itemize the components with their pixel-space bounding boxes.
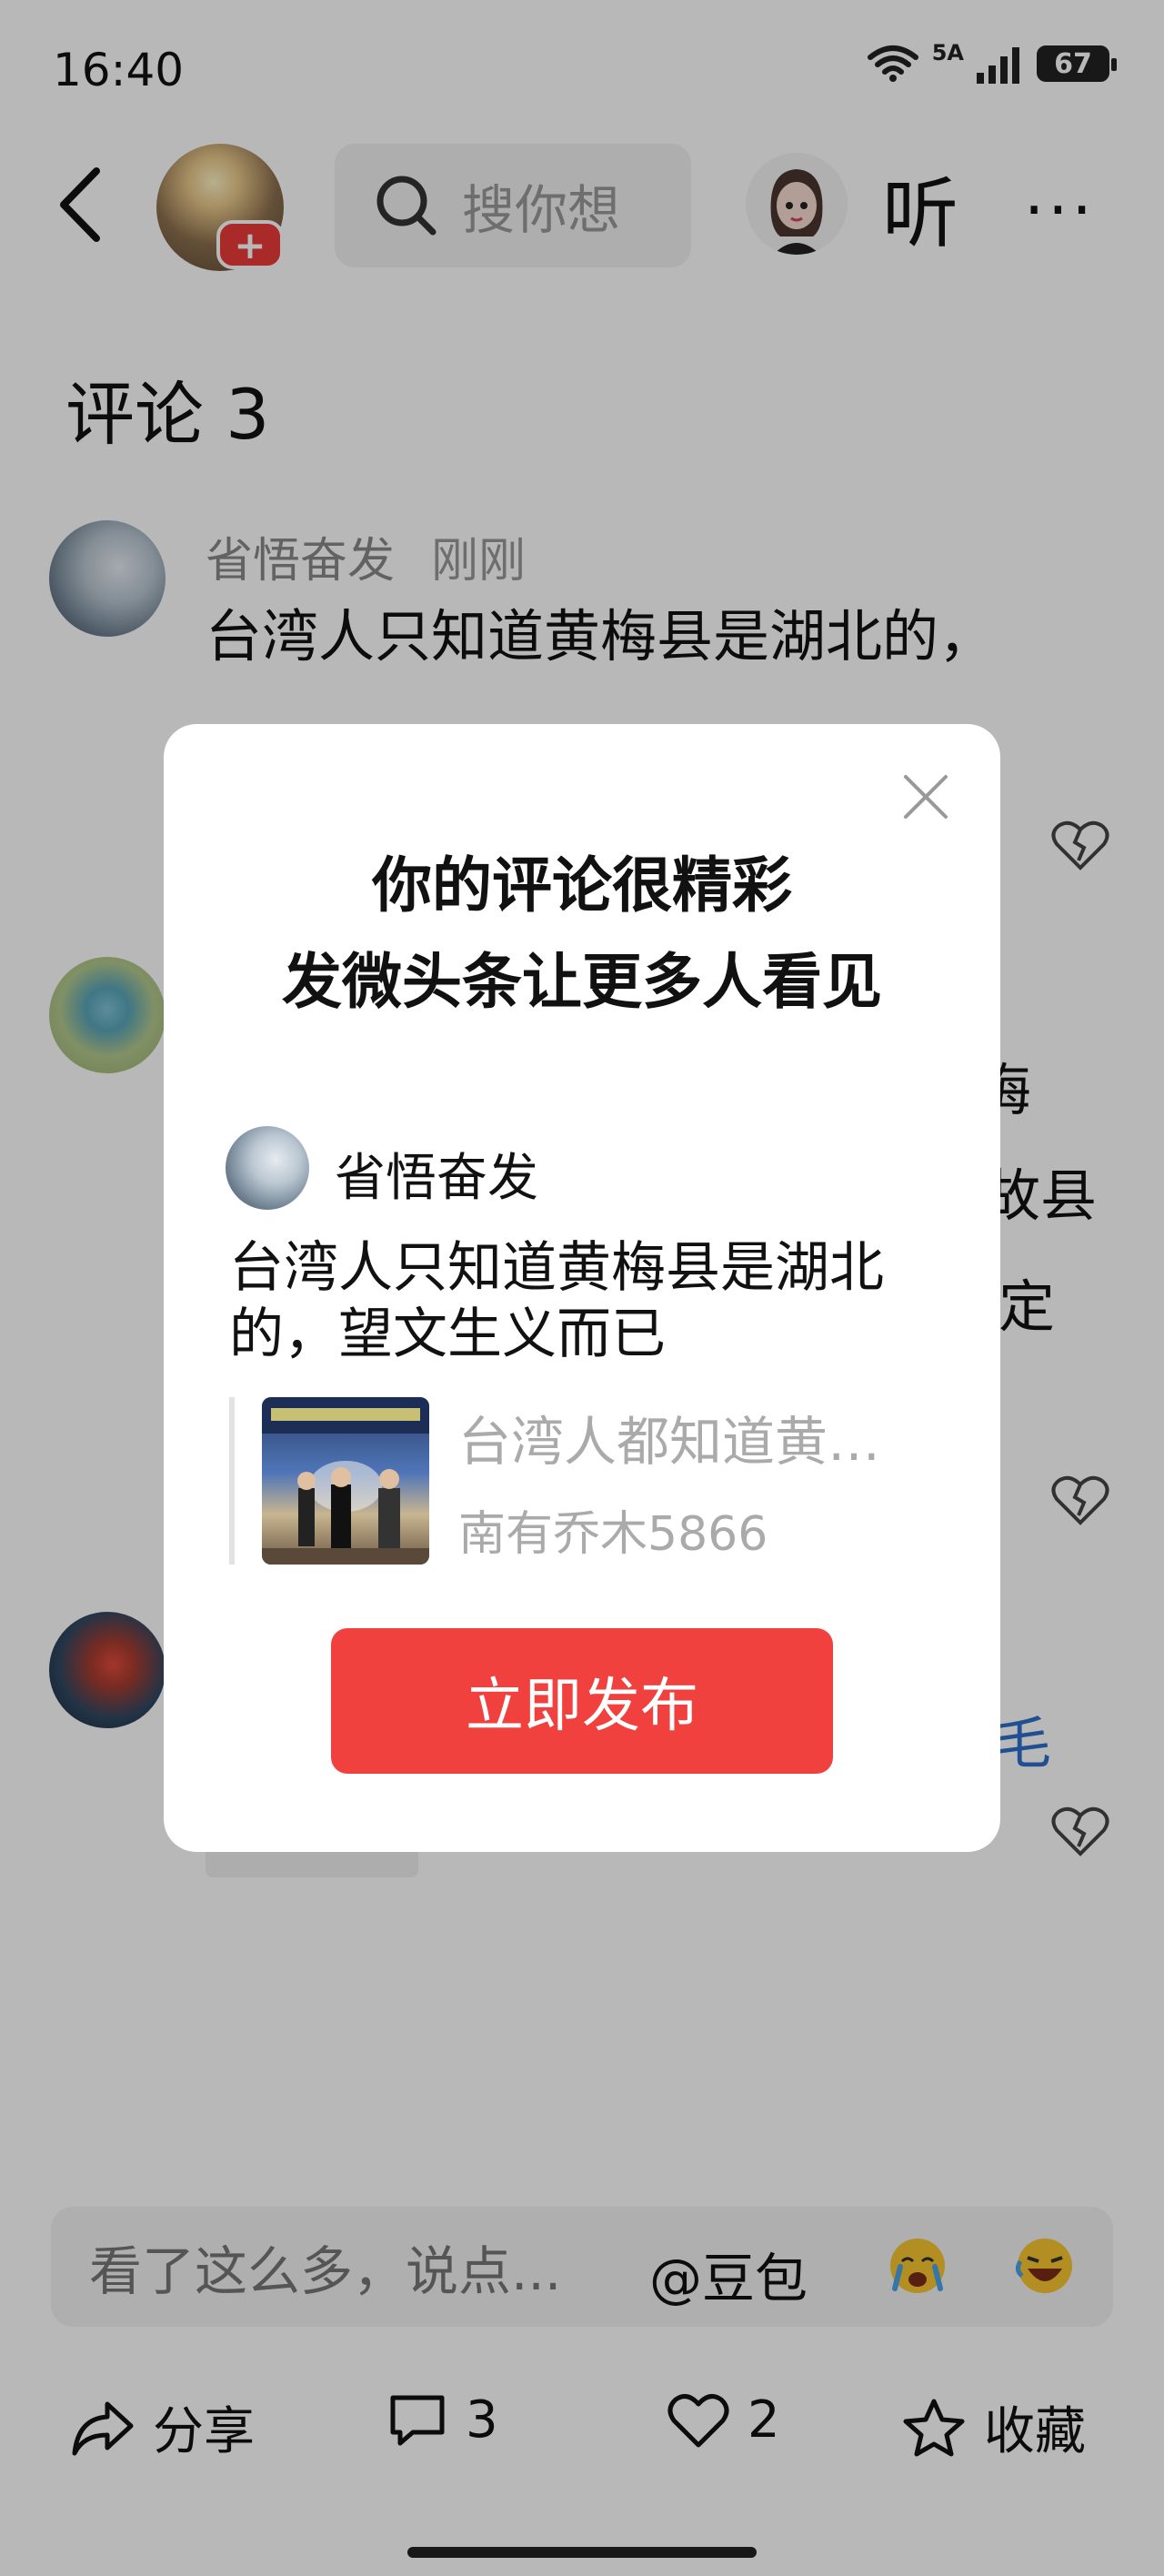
quoted-article[interactable]: 台湾人都知道黄梅戏 南有乔木5866 <box>229 1397 938 1565</box>
dialog-comment-text: 台湾人只知道黄梅县是湖北的，望文生义而已 <box>229 1236 884 1367</box>
dialog-title-line2: 发微头条让更多人看见 <box>282 947 882 1017</box>
quoted-article-title: 台湾人都知道黄梅戏 <box>458 1411 931 1473</box>
publish-now-button[interactable]: 立即发布 <box>331 1628 833 1774</box>
close-icon[interactable] <box>900 771 951 822</box>
dialog-username: 省悟奋发 <box>335 1149 538 1208</box>
publish-prompt-dialog: 你的评论很精彩 发微头条让更多人看见 省悟奋发 台湾人只知道黄梅县是湖北的，望文… <box>164 724 1000 1852</box>
dialog-user-avatar <box>226 1126 309 1210</box>
dialog-title-line1: 你的评论很精彩 <box>372 850 792 921</box>
article-thumbnail <box>262 1397 429 1565</box>
quoted-article-author: 南有乔木5866 <box>458 1507 768 1562</box>
